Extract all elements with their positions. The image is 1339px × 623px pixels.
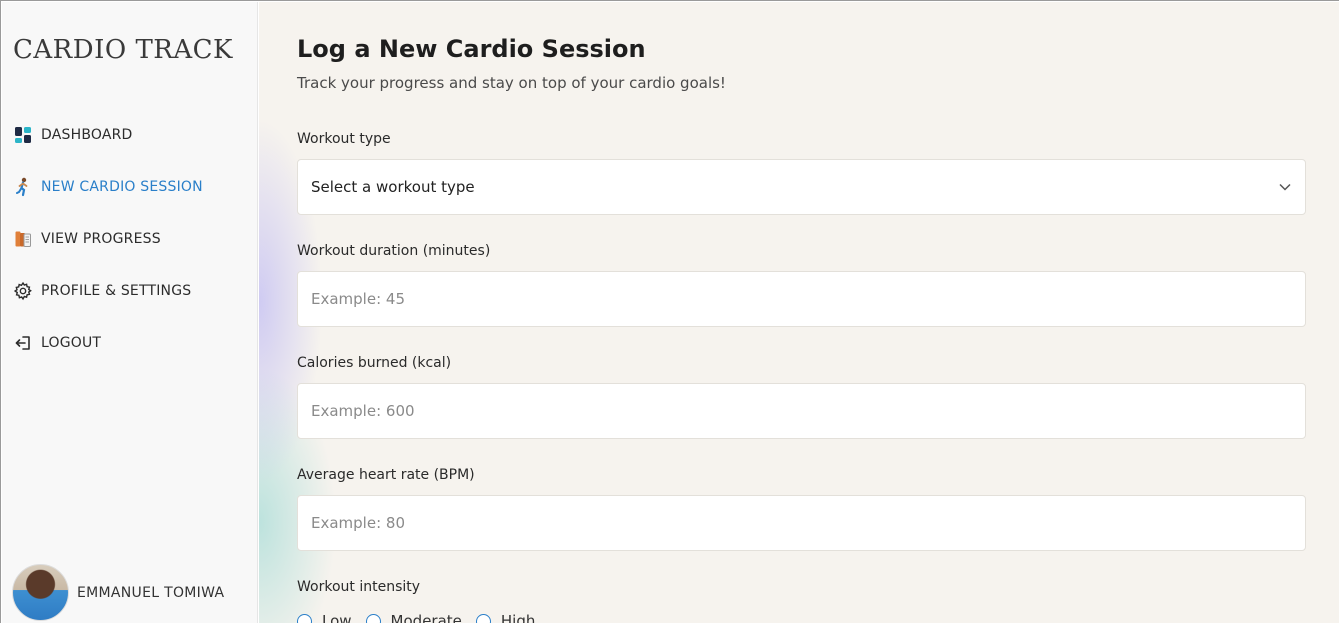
radio-button[interactable] — [297, 613, 312, 623]
heart-rate-input[interactable] — [311, 514, 1292, 532]
intensity-label: Workout intensity — [297, 579, 421, 595]
calories-label: Calories burned (kcal) — [297, 355, 452, 371]
avatar[interactable] — [12, 564, 69, 621]
workout-type-label: Workout type — [297, 131, 391, 147]
calories-input[interactable] — [311, 402, 1292, 420]
radio-label: Low — [322, 612, 352, 623]
radio-button[interactable] — [475, 613, 491, 623]
heart-rate-label: Average heart rate (BPM) — [297, 467, 475, 483]
duration-field-box — [297, 271, 1306, 327]
intensity-option-high[interactable]: High — [475, 612, 536, 623]
sidebar: CARDIO TRACK DASHBOARD NEW CARDIO SESSIO… — [2, 2, 258, 623]
sidebar-item-label: DASHBOARD — [41, 127, 133, 143]
main-content: Log a New Cardio Session Track your prog… — [259, 2, 1339, 623]
sidebar-item-dashboard[interactable]: DASHBOARD — [12, 120, 203, 150]
intensity-option-low[interactable]: Low — [297, 612, 352, 623]
app-window: CARDIO TRACK DASHBOARD NEW CARDIO SESSIO… — [0, 0, 1339, 623]
duration-input[interactable] — [311, 290, 1292, 308]
calories-field-box — [297, 383, 1306, 439]
sidebar-item-profile-settings[interactable]: PROFILE & SETTINGS — [12, 276, 203, 306]
intensity-radio-group: Low Moderate High — [297, 612, 549, 623]
chevron-down-icon — [1278, 180, 1292, 194]
sidebar-item-label: VIEW PROGRESS — [41, 231, 161, 247]
sidebar-item-label: LOGOUT — [41, 335, 102, 351]
page-title: Log a New Cardio Session — [297, 35, 646, 63]
workout-type-selected-value: Select a workout type — [311, 178, 475, 196]
sidebar-item-view-progress[interactable]: VIEW PROGRESS — [12, 224, 203, 254]
brand-logo: CARDIO TRACK — [13, 35, 233, 65]
workout-type-select[interactable]: Select a workout type — [297, 159, 1306, 215]
sidebar-nav: DASHBOARD NEW CARDIO SESSION VIEW PROGRE… — [12, 120, 203, 380]
sidebar-item-label: NEW CARDIO SESSION — [41, 179, 203, 195]
duration-label: Workout duration (minutes) — [297, 243, 491, 259]
gear-icon — [12, 280, 34, 302]
intensity-option-moderate[interactable]: Moderate — [365, 612, 462, 623]
user-profile[interactable]: EMMANUEL TOMIWA — [12, 564, 224, 621]
dashboard-icon — [12, 124, 34, 146]
heart-rate-field-box — [297, 495, 1306, 551]
sidebar-item-new-cardio-session[interactable]: NEW CARDIO SESSION — [12, 172, 203, 202]
radio-label: High — [500, 612, 536, 623]
books-icon — [12, 228, 34, 250]
sidebar-item-label: PROFILE & SETTINGS — [41, 283, 192, 299]
runner-icon — [12, 176, 34, 198]
radio-label: Moderate — [390, 612, 462, 623]
logout-icon — [12, 332, 34, 354]
user-name: EMMANUEL TOMIWA — [77, 584, 225, 601]
sidebar-item-logout[interactable]: LOGOUT — [12, 328, 203, 358]
radio-button[interactable] — [365, 613, 381, 623]
page-subtitle: Track your progress and stay on top of y… — [297, 74, 726, 92]
